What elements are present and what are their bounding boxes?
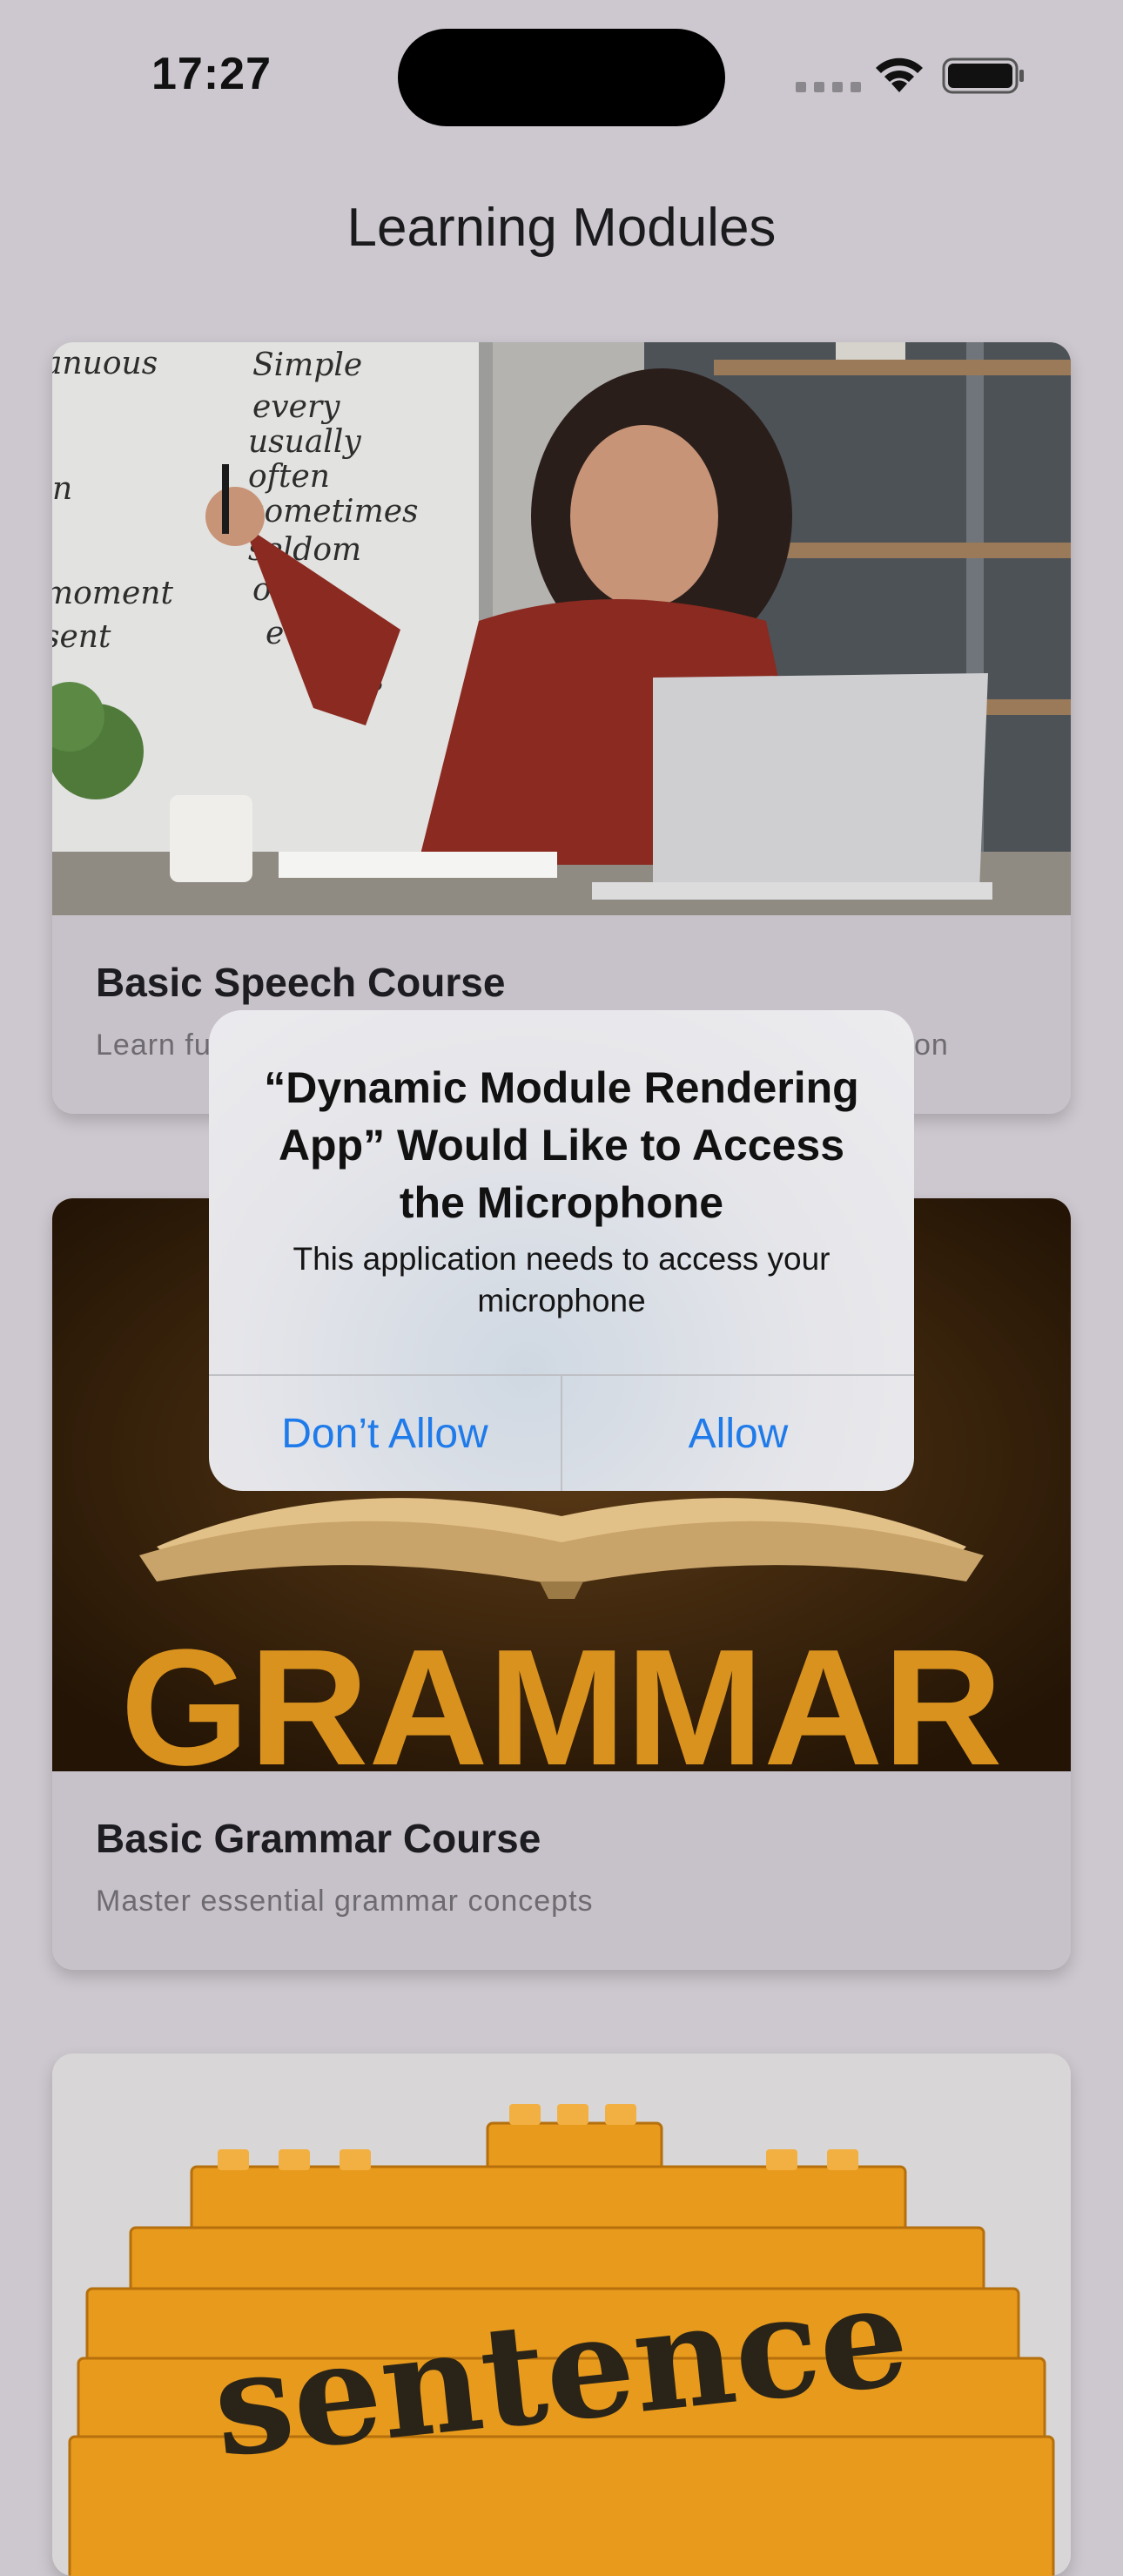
dynamic-island	[398, 29, 725, 126]
microphone-permission-alert: “Dynamic Module Rendering App” Would Lik…	[209, 1010, 914, 1491]
module-card-speech[interactable]: Simple every usually often sometimes sel…	[52, 342, 1071, 1114]
board-word: usually	[248, 424, 361, 460]
board-word: sometimes	[248, 494, 419, 529]
dont-allow-button[interactable]: Don’t Allow	[209, 1376, 561, 1491]
board-word: n	[52, 471, 72, 507]
board-word: anuous	[52, 346, 158, 381]
module-subtitle: Master essential grammar concepts	[96, 1885, 594, 1918]
alert-title: “Dynamic Module Rendering App” Would Lik…	[264, 1063, 859, 1227]
board-word: sent	[52, 619, 111, 655]
module-title: Basic Speech Course	[96, 960, 506, 1005]
status-time: 17:27	[151, 49, 272, 99]
module-subtitle-tail: on	[914, 1028, 949, 1062]
teacher-photo: Simple every usually often sometimes sel…	[52, 342, 1071, 915]
grammar-image-text: GRAMMAR	[120, 1615, 1002, 1771]
board-word: every	[252, 389, 340, 425]
module-card-sentence[interactable]: sentence	[52, 2053, 1071, 2576]
module-title: Basic Grammar Course	[96, 1816, 541, 1861]
sentence-bricks-image: sentence	[52, 2053, 1071, 2576]
page-title: Learning Modules	[346, 198, 777, 258]
signal-dots-icon	[796, 82, 861, 92]
board-word: moment	[52, 576, 173, 611]
module-subtitle: Learn fu	[96, 1028, 212, 1062]
battery-icon	[942, 57, 1024, 94]
wifi-icon	[876, 57, 923, 92]
alert-message: This application needs to access your mi…	[293, 1241, 830, 1318]
allow-button[interactable]: Allow	[562, 1376, 914, 1491]
board-word: often	[248, 459, 330, 495]
board-word: Simple	[252, 347, 362, 383]
